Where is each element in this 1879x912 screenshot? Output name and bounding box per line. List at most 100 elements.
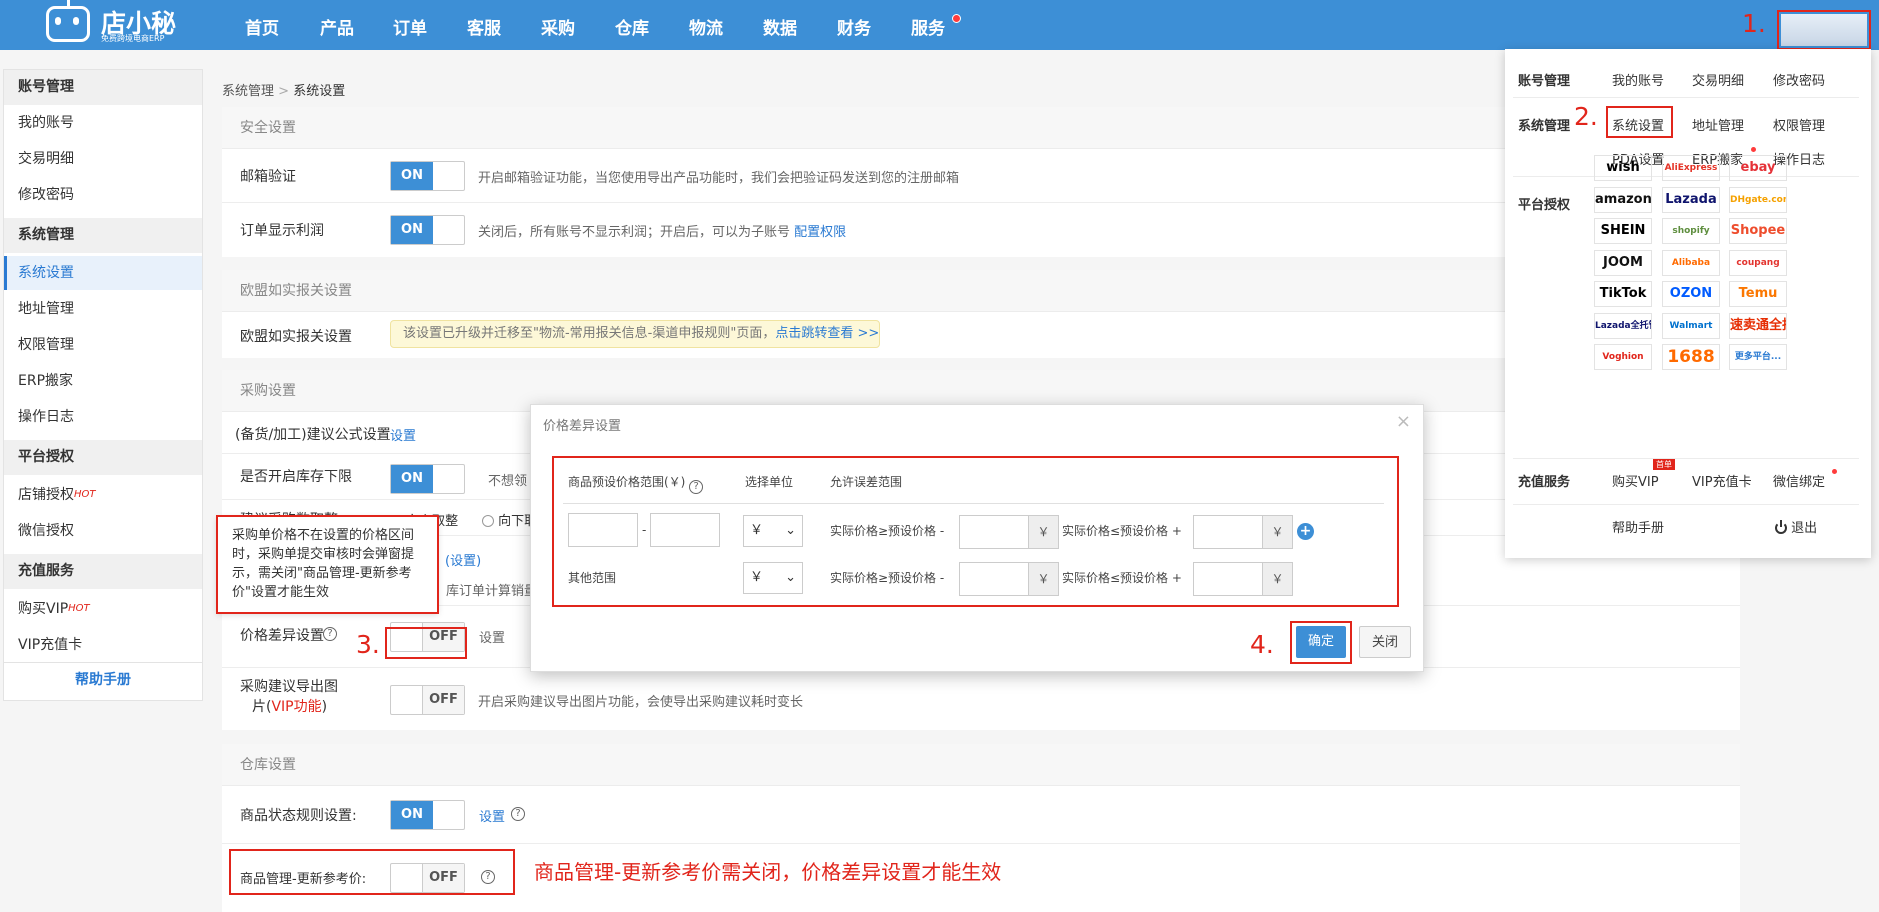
breadcrumb: 系统管理 > 系统设置	[222, 80, 345, 99]
step-2-marker: 2.	[1574, 102, 1598, 131]
platform-coupang[interactable]: coupang	[1729, 249, 1787, 276]
platform-ebay[interactable]: ebay	[1729, 155, 1787, 181]
sidebar-item-op-log[interactable]: 操作日志	[4, 400, 202, 434]
platform-alibaba[interactable]: Alibaba	[1662, 249, 1720, 276]
platform-amazon[interactable]: amazon	[1594, 186, 1652, 213]
stock-limit-desc: 不想领	[488, 474, 528, 489]
dropdown-my-account[interactable]: 我的账号	[1612, 70, 1664, 89]
sales-settings-link[interactable]: (设置)	[445, 550, 481, 569]
logo[interactable]: 店小秘 免费跨境电商ERP	[46, 0, 176, 46]
sidebar-item-address[interactable]: 地址管理	[4, 292, 202, 326]
breadcrumb-current: 系统设置	[293, 84, 346, 99]
dropdown-change-password[interactable]: 修改密码	[1773, 70, 1825, 89]
platform-shein[interactable]: SHEIN	[1594, 218, 1652, 244]
sidebar-item-shop-auth[interactable]: 店铺授权HOT	[4, 478, 202, 512]
sidebar-help-link[interactable]: 帮助手册	[4, 662, 202, 696]
sidebar-item-wechat-auth[interactable]: 微信授权	[4, 514, 202, 548]
nav-data[interactable]: 数据	[763, 0, 797, 50]
notification-dot	[952, 14, 961, 23]
sidebar-item-permission[interactable]: 权限管理	[4, 328, 202, 362]
modal-close-icon[interactable]: ×	[1396, 411, 1411, 432]
round-down-option[interactable]: 向下取	[482, 510, 537, 529]
show-profit-toggle[interactable]: ON	[390, 215, 465, 245]
platform-lazada[interactable]: Lazada	[1662, 186, 1720, 213]
platform-1688[interactable]: 1688	[1662, 344, 1720, 370]
sidebar-item-transactions[interactable]: 交易明细	[4, 142, 202, 176]
dropdown-transactions[interactable]: 交易明细	[1692, 70, 1744, 89]
robot-logo-icon	[46, 0, 90, 42]
dropdown-permission[interactable]: 权限管理	[1773, 115, 1825, 134]
toggle-on-text: ON	[391, 216, 433, 244]
toggle-on-text: ON	[391, 162, 433, 190]
eu-customs-label: 欧盟如实报关设置	[240, 329, 352, 345]
dropdown-divider	[1513, 504, 1859, 505]
sidebar-head-recharge: 充值服务	[4, 554, 202, 589]
dropdown-vip-card[interactable]: VIP充值卡	[1692, 471, 1752, 490]
nav-customer-service[interactable]: 客服	[467, 0, 501, 50]
dropdown-buy-vip[interactable]: 购买VIP	[1612, 471, 1659, 490]
configure-permission-link[interactable]: 配置权限	[794, 225, 846, 240]
nav-orders[interactable]: 订单	[393, 0, 427, 50]
sidebar-item-my-account[interactable]: 我的账号	[4, 106, 202, 140]
modal-form-highlight	[552, 456, 1399, 607]
product-status-settings-link[interactable]: 设置	[479, 806, 505, 825]
sidebar-item-change-password[interactable]: 修改密码	[4, 178, 202, 212]
dropdown-wechat[interactable]: 微信绑定	[1773, 471, 1825, 490]
step-4-highlight	[1290, 621, 1352, 664]
toggle-on-text: ON	[391, 801, 433, 829]
stock-limit-label: 是否开启库存下限	[240, 469, 352, 485]
toggle-off-text: OFF	[422, 686, 464, 714]
modal-title: 价格差异设置	[543, 419, 622, 434]
platform-aliexpress[interactable]: AliExpress	[1662, 155, 1720, 181]
platform-temu[interactable]: Temu	[1729, 281, 1787, 307]
export-label-close: )	[321, 699, 328, 715]
platform-dhgate-com[interactable]: DHgate.com	[1729, 186, 1787, 213]
breadcrumb-parent[interactable]: 系统管理	[222, 84, 274, 99]
nav-home[interactable]: 首页	[245, 0, 279, 50]
formula-settings-link[interactable]: 设置	[390, 425, 416, 444]
platform-[interactable]: 速卖通全托管	[1729, 312, 1787, 339]
platform-voghion[interactable]: Voghion	[1594, 344, 1652, 370]
nav-logistics[interactable]: 物流	[689, 0, 723, 50]
platform-walmart[interactable]: Walmart	[1662, 312, 1720, 339]
platform-shopify[interactable]: shopify	[1662, 218, 1720, 244]
show-profit-desc-text: 关闭后，所有账号不显示利润；开启后，可以为子账号	[478, 225, 791, 240]
platform-lazada[interactable]: Lazada全托管	[1594, 312, 1652, 339]
nav-warehouse[interactable]: 仓库	[615, 0, 649, 50]
eu-notice-link[interactable]: 点击跳转查看 >>	[775, 326, 879, 341]
dropdown-head-account: 账号管理	[1518, 74, 1571, 89]
platform-shopee[interactable]: Shopee	[1729, 218, 1787, 244]
product-status-toggle[interactable]: ON	[390, 800, 465, 830]
nav-services[interactable]: 服务	[911, 0, 945, 50]
platform-ozon[interactable]: OZON	[1662, 281, 1720, 307]
dropdown-logout[interactable]: 退出	[1775, 517, 1817, 536]
platform-joom[interactable]: JOOM	[1594, 249, 1652, 276]
platform-tiktok[interactable]: TikTok	[1594, 281, 1652, 307]
platform-[interactable]: 更多平台...	[1729, 344, 1787, 370]
nav-finance[interactable]: 财务	[837, 0, 871, 50]
hot-badge: HOT	[74, 489, 96, 500]
product-status-row: 商品状态规则设置: ON 设置 ?	[222, 786, 1740, 844]
nav-products[interactable]: 产品	[320, 0, 354, 50]
stock-limit-toggle[interactable]: ON	[390, 464, 465, 494]
vip-first-badge: 首单	[1653, 459, 1675, 470]
email-verify-toggle[interactable]: ON	[390, 161, 465, 191]
new-dot	[1751, 147, 1756, 152]
help-question-icon[interactable]: ?	[323, 627, 337, 641]
close-button[interactable]: 关闭	[1359, 626, 1411, 658]
breadcrumb-separator: >	[278, 84, 290, 99]
export-image-toggle[interactable]: OFF	[390, 685, 465, 715]
ref-price-highlight	[229, 849, 515, 895]
dropdown-help[interactable]: 帮助手册	[1612, 517, 1664, 536]
price-diff-settings-link[interactable]: 设置	[479, 627, 505, 646]
vip-feature-tag: VIP功能	[271, 699, 322, 715]
platform-wish[interactable]: wish	[1594, 155, 1652, 181]
help-question-icon[interactable]: ?	[511, 807, 525, 821]
sidebar-item-system-settings[interactable]: 系统设置	[4, 256, 202, 290]
sidebar-item-buy-vip[interactable]: 购买VIPHOT	[4, 592, 202, 626]
nav-purchase[interactable]: 采购	[541, 0, 575, 50]
export-label-open: 片(	[252, 699, 272, 715]
dropdown-address[interactable]: 地址管理	[1692, 115, 1744, 134]
sidebar-item-erp-move[interactable]: ERP搬家	[4, 364, 202, 398]
sidebar-item-vip-card[interactable]: VIP充值卡	[4, 628, 202, 662]
